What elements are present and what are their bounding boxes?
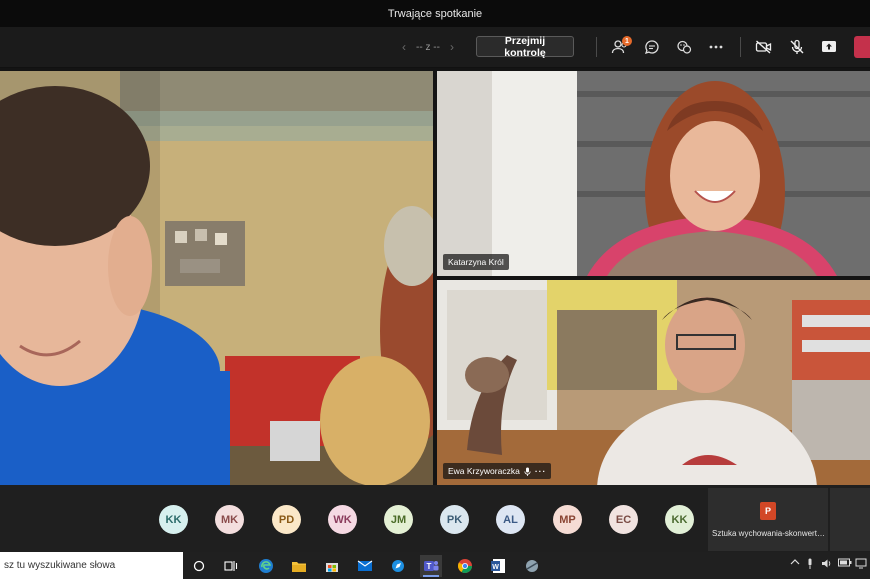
participant-more-options[interactable]: ···	[535, 466, 547, 476]
tray-volume-icon[interactable]	[821, 558, 833, 571]
task-view-button[interactable]	[220, 555, 242, 577]
avatar-initials: MK	[220, 513, 239, 526]
shared-content-card-next[interactable]	[830, 488, 870, 551]
tray-notifications-icon[interactable]	[855, 558, 867, 571]
shared-file-name: Sztuka wychowania-skonwertowana	[712, 529, 826, 538]
window-title-bar: Trwające spotkanie	[0, 0, 870, 27]
avatar-initials: JM	[390, 513, 407, 526]
cortana-icon	[193, 560, 205, 572]
chat-button[interactable]	[640, 35, 664, 59]
participants-button[interactable]: 1	[608, 35, 632, 59]
folder-icon	[292, 562, 306, 572]
word-icon: W	[491, 559, 505, 573]
svg-text:W: W	[492, 564, 499, 571]
windows-taskbar: sz tu wyszukiwane słowa T W	[0, 552, 870, 579]
microphone-icon	[524, 467, 531, 476]
app-icon	[526, 560, 538, 572]
taskbar-file-explorer[interactable]	[288, 555, 310, 577]
taskbar-mail[interactable]	[354, 555, 376, 577]
prev-page-arrow[interactable]: ‹	[402, 40, 406, 54]
participant-name: Katarzyna Król	[448, 257, 504, 267]
avatar-initials: WK	[333, 513, 352, 526]
taskbar-search-input[interactable]: sz tu wyszukiwane słowa	[0, 552, 183, 579]
participants-badge: 1	[622, 36, 632, 46]
chrome-icon	[457, 559, 472, 573]
tray-battery-icon[interactable]	[838, 558, 852, 569]
camera-off-icon	[755, 40, 772, 54]
video-tile-main[interactable]	[0, 71, 433, 485]
svg-text:T: T	[427, 562, 432, 571]
tray-microphone-icon[interactable]	[806, 558, 814, 572]
take-control-button[interactable]: Przejmij kontrolę	[476, 35, 574, 59]
teams-icon: T	[424, 561, 439, 571]
taskbar-edge[interactable]	[255, 555, 277, 577]
window-title: Trwające spotkanie	[387, 7, 483, 20]
video-tile-katarzyna[interactable]: Katarzyna Król	[437, 71, 870, 276]
participant-avatar[interactable]: KK	[665, 505, 694, 534]
taskbar-store[interactable]	[321, 555, 343, 577]
avatar-initials: PD	[278, 513, 295, 526]
powerpoint-icon: P	[760, 502, 776, 520]
shared-content-card[interactable]: P Sztuka wychowania-skonwertowana	[708, 488, 828, 551]
participant-avatar[interactable]: MP	[553, 505, 582, 534]
taskbar-app[interactable]	[521, 555, 543, 577]
participant-avatar[interactable]: AL	[496, 505, 525, 534]
video-feed	[0, 71, 433, 485]
avatar-initials: MP	[559, 513, 576, 526]
camera-toggle-button[interactable]	[752, 35, 776, 59]
page-indicator: -- z --	[416, 41, 440, 53]
edge-icon	[259, 559, 273, 573]
taskbar-word[interactable]: W	[487, 555, 509, 577]
avatar-initials: AL	[503, 513, 518, 526]
toolbar-divider	[740, 37, 741, 57]
taskbar-chrome[interactable]	[454, 555, 476, 577]
tray-overflow-icon[interactable]	[790, 558, 800, 568]
video-feed	[437, 71, 870, 276]
taskbar-teams[interactable]: T	[420, 555, 442, 577]
leave-call-button[interactable]	[854, 36, 870, 58]
participant-roster: KK MK PD WK JM PK AL MP EC KK P Sztuka w…	[0, 485, 870, 552]
avatar-initials: KK	[671, 513, 688, 526]
participant-avatar[interactable]: MK	[215, 505, 244, 534]
store-icon	[326, 563, 338, 572]
mail-icon	[357, 560, 373, 571]
participant-avatar[interactable]: KK	[159, 505, 188, 534]
reactions-icon	[677, 40, 692, 54]
meeting-toolbar: ‹ -- z -- › Przejmij kontrolę 1	[0, 27, 870, 68]
video-tile-ewa[interactable]: Ewa Krzyworaczka ···	[437, 280, 870, 485]
video-feed	[437, 280, 870, 485]
avatar-initials: PK	[446, 513, 463, 526]
participant-avatar[interactable]: WK	[328, 505, 357, 534]
search-placeholder: sz tu wyszukiwane słowa	[4, 560, 116, 571]
cortana-button[interactable]	[188, 555, 210, 577]
chat-icon	[644, 40, 659, 55]
microphone-off-icon	[790, 39, 804, 54]
avatar-initials: EC	[615, 513, 632, 526]
share-content-button[interactable]	[817, 35, 841, 59]
share-screen-icon	[822, 41, 836, 52]
more-actions-button[interactable]	[704, 35, 728, 59]
more-icon	[709, 45, 723, 49]
compass-icon	[392, 560, 404, 572]
next-page-arrow[interactable]: ›	[450, 40, 454, 54]
participant-avatar[interactable]: EC	[609, 505, 638, 534]
video-stage: Katarzyna Król Ewa Krzyworaczka ···	[0, 68, 870, 485]
microphone-toggle-button[interactable]	[785, 35, 809, 59]
page-navigator: ‹ -- z -- ›	[386, 27, 470, 67]
participant-name: Ewa Krzyworaczka	[448, 466, 520, 476]
participant-name-label: Katarzyna Król	[443, 254, 509, 270]
participant-avatar[interactable]: PK	[440, 505, 469, 534]
task-view-icon	[224, 561, 238, 571]
toolbar-divider	[596, 37, 597, 57]
participant-name-label: Ewa Krzyworaczka ···	[443, 463, 552, 479]
participant-avatar[interactable]: JM	[384, 505, 413, 534]
avatar-initials: KK	[165, 513, 182, 526]
participant-avatar[interactable]: PD	[272, 505, 301, 534]
taskbar-browser-app[interactable]	[387, 555, 409, 577]
reactions-button[interactable]	[672, 35, 696, 59]
